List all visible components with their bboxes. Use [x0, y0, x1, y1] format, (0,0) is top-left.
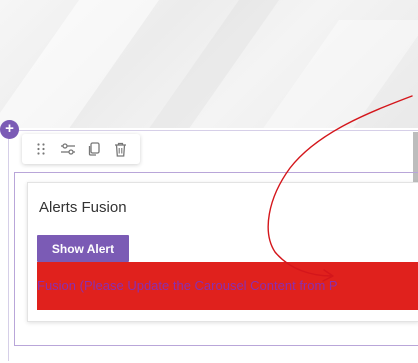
- card-title: Alerts Fusion: [39, 199, 127, 216]
- alert-banner: Fusion (Please Update the Carousel Conte…: [37, 262, 418, 310]
- trash-icon[interactable]: [112, 140, 130, 158]
- settings-sliders-icon[interactable]: [59, 140, 77, 158]
- background-shard: [133, 0, 287, 128]
- drag-handle-icon[interactable]: [32, 140, 50, 158]
- background-shard: [240, 20, 418, 128]
- plus-icon: +: [5, 120, 14, 137]
- show-alert-button[interactable]: Show Alert: [37, 235, 129, 262]
- hero-background-image: [0, 0, 418, 128]
- alert-banner-text: Fusion (Please Update the Carousel Conte…: [37, 278, 338, 293]
- copy-icon[interactable]: [85, 140, 103, 158]
- element-toolbar: [22, 134, 140, 164]
- add-section-button[interactable]: +: [0, 120, 19, 139]
- background-shard: [0, 0, 167, 128]
